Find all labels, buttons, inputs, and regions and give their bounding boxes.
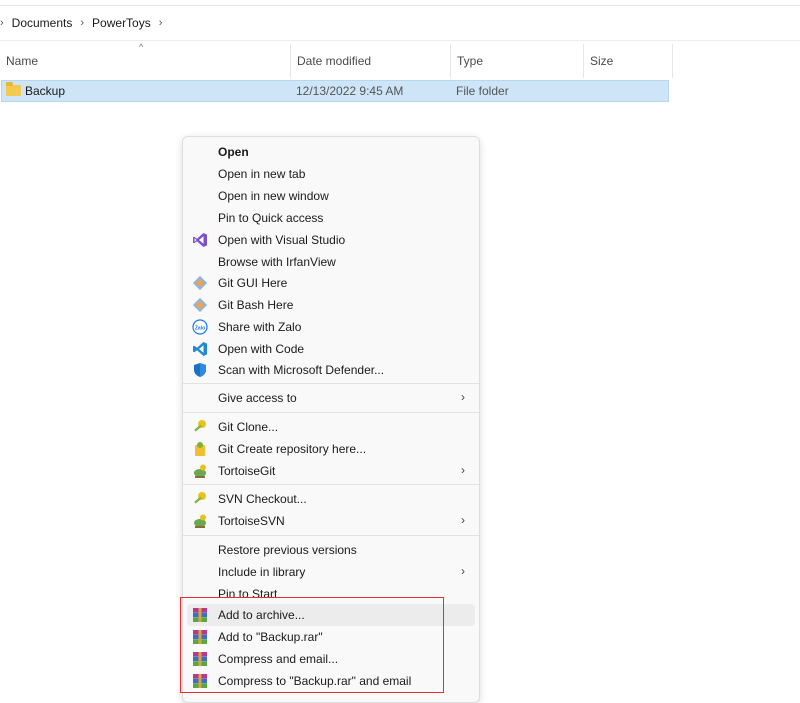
tortoise-git-repo-icon bbox=[195, 442, 205, 456]
menu-item-label: TortoiseGit bbox=[218, 464, 276, 478]
column-header-type[interactable]: Type bbox=[450, 44, 583, 78]
menu-item-open-new-window[interactable]: Open in new window bbox=[187, 185, 475, 207]
menu-separator bbox=[183, 535, 479, 536]
menu-item-git-gui[interactable]: Git GUI Here bbox=[187, 272, 475, 294]
column-header-size[interactable]: Size bbox=[583, 44, 673, 78]
menu-item-browse-irfanview[interactable]: Browse with IrfanView bbox=[187, 251, 475, 273]
menu-item-label: Open with Code bbox=[218, 342, 305, 356]
menu-item-label: Give access to bbox=[218, 391, 297, 405]
winrar-icon bbox=[193, 608, 207, 622]
vscode-icon bbox=[193, 342, 207, 356]
context-menu: Open Open in new tab Open in new window … bbox=[182, 136, 480, 703]
column-header-size-label: Size bbox=[590, 54, 614, 68]
column-header-row: Name ^ Date modified Type Size bbox=[0, 42, 673, 78]
menu-item-give-access[interactable]: Give access to › bbox=[187, 387, 475, 409]
winrar-icon bbox=[193, 674, 207, 688]
menu-separator bbox=[183, 412, 479, 413]
menu-item-label: Open with Visual Studio bbox=[218, 233, 346, 247]
menu-item-label: Include in library bbox=[218, 565, 306, 579]
menu-item-open-code[interactable]: Open with Code bbox=[187, 338, 475, 360]
table-row[interactable]: Backup 12/13/2022 9:45 AM File folder bbox=[1, 80, 669, 102]
tortoisegit-icon bbox=[194, 464, 206, 478]
winrar-icon bbox=[193, 630, 207, 644]
menu-item-pin-start[interactable]: Pin to Start bbox=[187, 583, 475, 605]
menu-item-restore-versions[interactable]: Restore previous versions bbox=[187, 539, 475, 561]
menu-item-git-create-repo[interactable]: Git Create repository here... bbox=[187, 438, 475, 460]
row-date: 12/13/2022 9:45 AM bbox=[296, 84, 404, 98]
column-header-name[interactable]: Name ^ bbox=[0, 42, 290, 78]
menu-item-label: Add to archive... bbox=[218, 608, 305, 622]
menu-item-open-visual-studio[interactable]: Open with Visual Studio bbox=[187, 229, 475, 251]
menu-item-label: Share with Zalo bbox=[218, 320, 302, 334]
tortoisesvn-icon bbox=[194, 514, 206, 528]
menu-item-label: Git Create repository here... bbox=[218, 442, 367, 456]
menu-item-label: Browse with IrfanView bbox=[218, 255, 336, 269]
zalo-icon: Zalo bbox=[192, 319, 208, 335]
breadcrumb-powertoys[interactable]: PowerToys bbox=[92, 16, 151, 30]
menu-item-label: SVN Checkout... bbox=[218, 492, 307, 506]
column-header-type-label: Type bbox=[457, 54, 484, 68]
row-name: Backup bbox=[25, 84, 66, 98]
menu-item-include-library[interactable]: Include in library › bbox=[187, 561, 475, 583]
chevron-right-icon[interactable]: › bbox=[0, 17, 4, 29]
chevron-right-icon: › bbox=[461, 564, 465, 578]
menu-item-label: Open in new tab bbox=[218, 167, 306, 181]
menu-item-label: Compress and email... bbox=[218, 652, 339, 666]
menu-item-label: Compress to "Backup.rar" and email bbox=[218, 674, 412, 688]
menu-item-label: TortoiseSVN bbox=[218, 514, 285, 528]
menu-item-compress-email[interactable]: Compress and email... bbox=[187, 648, 475, 670]
git-gui-icon bbox=[192, 275, 208, 291]
breadcrumb-documents[interactable]: Documents bbox=[12, 16, 73, 30]
menu-item-git-clone[interactable]: Git Clone... bbox=[187, 416, 475, 438]
menu-item-tortoisesvn[interactable]: TortoiseSVN › bbox=[187, 510, 475, 532]
menu-item-add-rar[interactable]: Add to "Backup.rar" bbox=[187, 626, 475, 648]
menu-separator bbox=[183, 484, 479, 485]
menu-separator bbox=[183, 383, 479, 384]
menu-item-open[interactable]: Open bbox=[187, 141, 475, 163]
chevron-right-icon: › bbox=[461, 463, 465, 477]
menu-item-label: Add to "Backup.rar" bbox=[218, 630, 323, 644]
folder-icon bbox=[6, 82, 21, 96]
menu-item-label: Git Bash Here bbox=[218, 298, 294, 312]
menu-item-label: Pin to Start bbox=[218, 587, 278, 601]
menu-item-git-bash[interactable]: Git Bash Here bbox=[187, 294, 475, 316]
column-header-date-label: Date modified bbox=[297, 54, 372, 68]
menu-item-label: Pin to Quick access bbox=[218, 211, 324, 225]
menu-item-label: Open bbox=[218, 145, 249, 159]
tortoise-svn-key-icon bbox=[194, 492, 206, 504]
chevron-right-icon[interactable]: › bbox=[80, 17, 84, 29]
column-header-name-label: Name bbox=[6, 54, 39, 68]
menu-item-scan-defender[interactable]: Scan with Microsoft Defender... bbox=[187, 359, 475, 381]
menu-item-label: Git Clone... bbox=[218, 420, 279, 434]
breadcrumb: › Documents › PowerToys › bbox=[0, 10, 162, 36]
menu-item-label: Scan with Microsoft Defender... bbox=[218, 363, 385, 377]
menu-item-pin-quick-access[interactable]: Pin to Quick access bbox=[187, 207, 475, 229]
chevron-right-icon[interactable]: › bbox=[159, 17, 163, 29]
breadcrumb-divider bbox=[0, 40, 800, 41]
menu-item-svn-checkout[interactable]: SVN Checkout... bbox=[187, 488, 475, 510]
menu-item-label: Git GUI Here bbox=[218, 276, 288, 290]
defender-shield-icon bbox=[194, 363, 206, 377]
menu-item-label: Open in new window bbox=[218, 189, 329, 203]
sort-ascending-icon: ^ bbox=[139, 42, 144, 52]
svg-text:Zalo: Zalo bbox=[195, 325, 205, 331]
menu-item-tortoisegit[interactable]: TortoiseGit › bbox=[187, 460, 475, 482]
row-type: File folder bbox=[456, 84, 509, 98]
menu-item-label: Restore previous versions bbox=[218, 543, 357, 557]
top-divider bbox=[0, 5, 800, 6]
menu-item-add-archive[interactable]: Add to archive... bbox=[187, 604, 475, 626]
winrar-icon bbox=[193, 652, 207, 666]
chevron-right-icon: › bbox=[461, 390, 465, 404]
visual-studio-icon bbox=[193, 233, 207, 247]
menu-item-compress-rar-email[interactable]: Compress to "Backup.rar" and email bbox=[187, 670, 475, 692]
column-header-date-modified[interactable]: Date modified bbox=[290, 44, 450, 78]
menu-item-share-zalo[interactable]: Zalo Share with Zalo bbox=[187, 316, 475, 338]
menu-item-open-new-tab[interactable]: Open in new tab bbox=[187, 163, 475, 185]
chevron-right-icon: › bbox=[461, 513, 465, 527]
tortoise-git-key-icon bbox=[194, 420, 206, 432]
git-bash-icon bbox=[192, 297, 208, 313]
